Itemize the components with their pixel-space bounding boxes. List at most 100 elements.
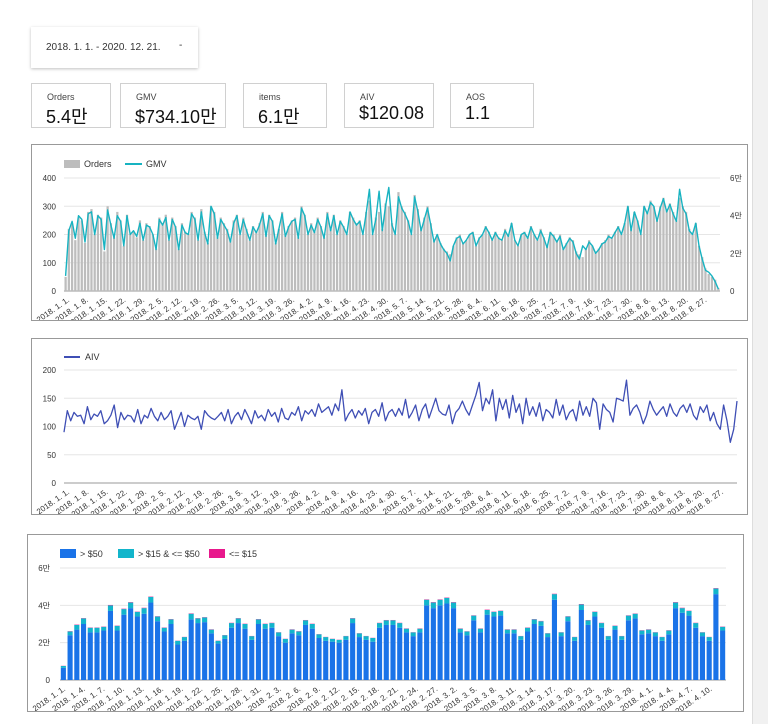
orders-bar	[229, 240, 232, 291]
kpi-value: $734.10만	[135, 107, 217, 127]
orders-bar	[633, 211, 636, 291]
bar-segment-gt50	[376, 627, 383, 680]
bar-segment-mid	[181, 637, 188, 641]
y-tick-label: 0	[52, 287, 57, 296]
bar-segment-mid	[60, 666, 66, 668]
bar-segment-mid	[666, 630, 672, 635]
bar-segment-gt50	[276, 636, 282, 680]
bar-segment-gt50	[619, 639, 625, 680]
bar-segment-gt50	[531, 624, 537, 680]
bar-segment-gt50	[114, 630, 120, 680]
bar-segment-gt50	[235, 623, 241, 680]
bar-segment-mid	[161, 627, 167, 632]
bar-segment-gt50	[672, 608, 679, 680]
orders-bar	[503, 228, 507, 291]
bar-segment-mid	[397, 623, 403, 628]
kpi-gmv: GMV $734.10만	[120, 83, 226, 128]
bar-segment-mid	[625, 615, 632, 621]
orders-bar	[610, 237, 613, 291]
bar-segment-mid	[672, 602, 679, 609]
bar-segment-gt50	[450, 608, 457, 680]
bar-segment-mid	[249, 636, 255, 640]
orders-bar	[394, 234, 397, 291]
bar-segment-gt50	[107, 610, 114, 680]
kpi-aiv: AIV $120.08	[344, 83, 434, 128]
y-tick-label: 6만	[38, 564, 50, 573]
y-tick-label: 0	[46, 676, 51, 685]
bar-segment-mid	[713, 588, 719, 595]
kpi-aos: AOS 1.1	[450, 83, 534, 128]
legend-label: <= $15	[229, 549, 257, 559]
bar-segment-mid	[578, 604, 584, 610]
bar-segment-gt50	[67, 635, 73, 680]
y-tick-label: 100	[43, 259, 57, 268]
y-tick-label: 50	[47, 451, 56, 460]
orders-bar	[235, 214, 239, 291]
bar-segment-mid	[255, 619, 262, 624]
orders-bar	[423, 217, 426, 291]
bar-segment-gt50	[148, 602, 154, 680]
orders-gmv-chart-svg: Orders GMV010020030040002만4만6만2018. 1. 1.…	[35, 159, 742, 327]
bar-segment-gt50	[302, 624, 309, 680]
bar-segment-mid	[168, 619, 174, 624]
orders-bar	[345, 234, 348, 291]
legend-swatch-orders	[64, 160, 80, 168]
orders-bar	[445, 251, 449, 291]
bar-segment-mid	[417, 628, 423, 633]
bar-segment-gt50	[309, 628, 315, 680]
bar-segment-gt50	[101, 630, 107, 680]
orders-bar	[455, 237, 458, 291]
bar-segment-mid	[679, 608, 685, 613]
orders-bar	[484, 226, 487, 291]
orders-bar	[533, 234, 536, 291]
bar-segment-mid	[269, 623, 275, 628]
bar-segment-gt50	[356, 637, 362, 680]
bar-segment-mid	[276, 632, 282, 637]
orders-bar	[135, 237, 138, 291]
y-tick-label: 100	[43, 423, 57, 432]
orders-bar	[245, 228, 248, 291]
bar-segment-mid	[511, 629, 517, 634]
orders-bar	[145, 223, 148, 291]
bar-segment-mid	[215, 640, 221, 644]
orders-bar	[70, 223, 74, 291]
orders-bar	[432, 240, 436, 291]
bar-segment-gt50	[625, 620, 632, 680]
orders-bar	[109, 223, 112, 291]
orders-bar	[510, 223, 513, 291]
y2-tick-label: 2만	[730, 249, 742, 258]
bar-segment-gt50	[646, 633, 652, 680]
y2-tick-label: 0	[730, 287, 735, 296]
orders-bar	[536, 240, 539, 291]
price-band-chart: > $50 > $15 & <= $50 <= $15 0 2만 4만 6만 2018. 1.…	[27, 534, 744, 716]
bar-segment-gt50	[296, 635, 302, 680]
date-range-picker[interactable]: 2018. 1. 1. - 2020. 12. 21. -	[31, 27, 198, 68]
bar-segment-mid	[329, 638, 336, 642]
orders-bar	[516, 245, 520, 291]
orders-bar	[258, 223, 261, 291]
bar-segment-gt50	[524, 631, 531, 680]
bar-segment-mid	[87, 627, 93, 633]
orders-bar	[630, 228, 633, 291]
orders-bar	[600, 242, 604, 291]
orders-bar	[542, 237, 546, 291]
orders-bar	[507, 234, 510, 291]
orders-bar	[390, 223, 394, 291]
legend-swatch	[60, 549, 76, 558]
orders-bar	[190, 211, 193, 291]
orders-bar	[478, 237, 481, 291]
orders-bar	[626, 206, 630, 291]
bar-segment-gt50	[511, 633, 517, 680]
legend-swatch	[209, 549, 225, 558]
bar-segment-gt50	[363, 639, 369, 680]
orders-bar	[471, 231, 474, 291]
bar-segment-gt50	[565, 621, 571, 680]
bar-segment-gt50	[572, 640, 578, 680]
orders-bar	[549, 231, 552, 291]
bar-segment-mid	[363, 636, 369, 640]
bar-segment-mid	[558, 632, 564, 637]
bar-segment-mid	[518, 636, 524, 640]
bar-segment-gt50	[430, 608, 436, 680]
orders-bar	[74, 240, 77, 291]
orders-bar	[497, 237, 500, 291]
